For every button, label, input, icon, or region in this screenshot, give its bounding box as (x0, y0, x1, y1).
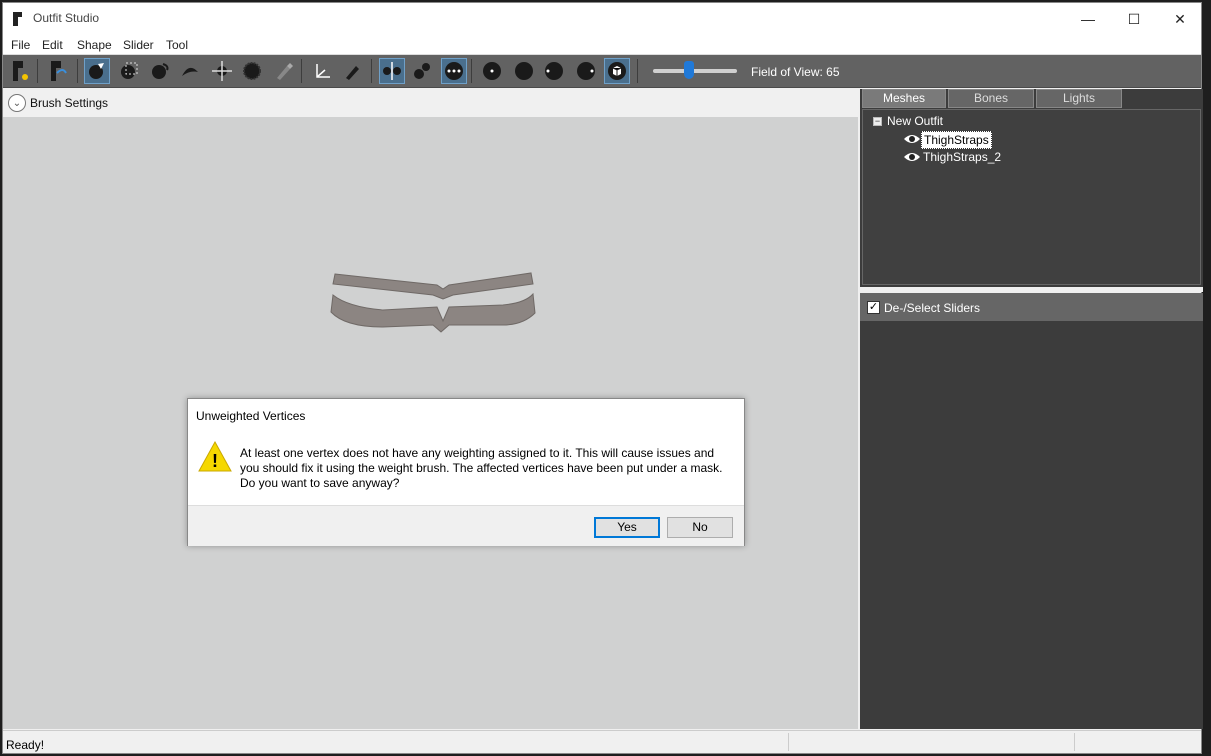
minimize-icon: — (1081, 11, 1095, 27)
status-bar: Ready! (3, 730, 1201, 753)
toolbar-separator (371, 59, 372, 83)
toolbar-separator (637, 59, 638, 83)
tree-item-label: ThighStraps (921, 131, 992, 149)
weight-brush-icon (277, 63, 293, 80)
menu-slider[interactable]: Slider (123, 38, 154, 52)
smooth-brush-icon (243, 62, 261, 80)
mirror-y-icon (414, 63, 430, 79)
dialog-message: At least one vertex does not have any we… (240, 446, 723, 490)
main-toolbar: Field of View: 65 (3, 55, 1201, 88)
select-brush-icon (89, 63, 104, 79)
unweighted-vertices-dialog: Unweighted Vertices ! At least one verte… (187, 398, 745, 546)
vertex-size-small-icon (483, 62, 501, 80)
menu-tool[interactable]: Tool (166, 38, 188, 52)
field-of-view-label: Field of View: 65 (751, 65, 840, 79)
weight-brush-button[interactable] (271, 58, 297, 84)
inflate-brush-icon (152, 63, 169, 79)
load-project-icon (51, 61, 67, 81)
vertex-size-small-button[interactable] (479, 58, 505, 84)
tab-lights[interactable]: Lights (1036, 89, 1122, 108)
tree-root-new-outfit[interactable]: New Outfit (887, 114, 943, 128)
maximize-icon: ☐ (1127, 10, 1141, 27)
select-sliders-checkbox[interactable]: ✓ (867, 301, 880, 314)
transform-button[interactable] (309, 58, 335, 84)
move-brush-icon (212, 61, 232, 81)
smooth-brush-button[interactable] (239, 58, 265, 84)
outfit-studio-window: Outfit Studio — ☐ ✕ File Edit Shape Slid… (2, 2, 1203, 754)
toolbar-separator (37, 59, 38, 83)
menu-file[interactable]: File (11, 38, 30, 52)
select-sliders-label: De-/Select Sliders (884, 301, 981, 315)
vertex-dot-2-button[interactable] (573, 58, 599, 84)
vertex-size-large-icon (515, 62, 533, 80)
mirror-x-button[interactable] (379, 58, 405, 84)
cube-view-button[interactable] (604, 58, 630, 84)
transform-icon (316, 64, 330, 78)
maximize-button[interactable]: ☐ (1111, 3, 1157, 35)
pivot-button[interactable] (339, 58, 365, 84)
status-text: Ready! (6, 738, 45, 752)
tab-bones[interactable]: Bones (948, 89, 1034, 108)
pivot-icon (346, 66, 359, 80)
brush-settings-bar[interactable]: ⌄ Brush Settings (3, 89, 858, 117)
title-bar[interactable]: Outfit Studio — ☐ ✕ (3, 3, 1201, 35)
mirror-x-icon (383, 62, 401, 80)
outfit-studio-logo-icon (13, 12, 22, 26)
field-of-view-slider-track[interactable] (653, 69, 737, 73)
dialog-title: Unweighted Vertices (196, 409, 306, 423)
eye-icon[interactable] (903, 150, 921, 164)
brush-settings-label: Brush Settings (30, 96, 109, 110)
tab-meshes[interactable]: Meshes (862, 89, 946, 108)
toolbar-separator (471, 59, 472, 83)
toolbar-separator (77, 59, 78, 83)
window-title: Outfit Studio (33, 11, 100, 25)
vertex-size-large-button[interactable] (511, 58, 537, 84)
outfit-panel: Meshes Bones Lights − New Outfit ThighSt… (860, 89, 1203, 287)
vertex-dot-icon (545, 62, 563, 80)
status-divider (1074, 733, 1075, 751)
eye-icon[interactable] (903, 132, 921, 146)
menu-bar: File Edit Shape Slider Tool (3, 35, 1201, 55)
menu-edit[interactable]: Edit (42, 38, 63, 52)
move-brush-button[interactable] (209, 58, 235, 84)
chevron-down-icon[interactable]: ⌄ (8, 94, 26, 112)
warning-glyph: ! (212, 451, 218, 471)
minimize-button[interactable]: — (1065, 3, 1111, 35)
mirror-z-button[interactable] (441, 58, 467, 84)
menu-shape[interactable]: Shape (77, 38, 112, 52)
no-button[interactable]: No (667, 517, 733, 538)
deflate-brush-button[interactable] (177, 58, 203, 84)
vertex-dot-2-icon (577, 62, 595, 80)
inflate-brush-button[interactable] (147, 58, 173, 84)
mask-brush-button[interactable] (116, 58, 142, 84)
collapse-icon[interactable]: − (873, 117, 882, 126)
panel-splitter[interactable] (860, 287, 1203, 292)
close-button[interactable]: ✕ (1157, 3, 1203, 35)
mesh-tree: − New Outfit ThighStraps ThighStraps_2 (862, 109, 1201, 285)
warning-icon: ! (198, 440, 232, 472)
yes-button[interactable]: Yes (594, 517, 660, 538)
mirror-z-icon (445, 62, 463, 80)
sliders-header: ✓ De-/Select Sliders (860, 293, 1203, 321)
close-icon: ✕ (1174, 10, 1186, 27)
new-project-button[interactable] (7, 58, 33, 84)
toolbar-separator (301, 59, 302, 83)
deflate-brush-icon (182, 67, 198, 76)
load-project-button[interactable] (45, 58, 71, 84)
new-project-icon (13, 61, 28, 81)
sliders-list (860, 321, 1203, 729)
mask-brush-icon (121, 62, 138, 79)
mirror-y-button[interactable] (409, 58, 435, 84)
tree-item-label: ThighStraps_2 (923, 150, 1002, 164)
dialog-footer: Yes No (188, 505, 744, 546)
field-of-view-slider-thumb[interactable] (684, 61, 694, 79)
select-brush-button[interactable] (84, 58, 110, 84)
vertex-dot-button[interactable] (541, 58, 567, 84)
cube-view-icon (608, 62, 626, 80)
status-divider (788, 733, 789, 751)
